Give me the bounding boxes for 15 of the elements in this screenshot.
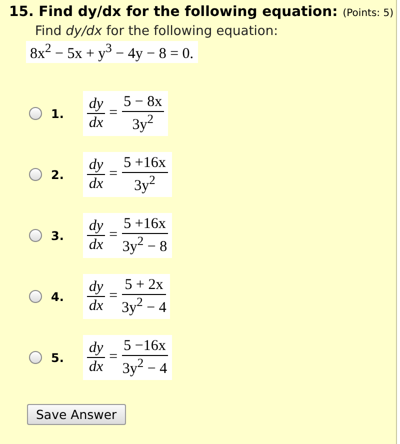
radio-button[interactable] bbox=[29, 229, 42, 242]
option-label: 1. bbox=[51, 106, 65, 120]
option-label: 5. bbox=[51, 350, 65, 364]
question-prompt: Find dy/dx for the following equation: bbox=[35, 24, 279, 39]
equation: 8x$^{2}$ − 5x + y$^{3}$ − 4y − 8 = 0. bbox=[26, 41, 198, 63]
radio-button[interactable] bbox=[29, 290, 42, 303]
question-title: 15. Find dy/dx for the following equation: bbox=[9, 4, 338, 20]
option-label: 3. bbox=[51, 228, 65, 242]
radio-button[interactable] bbox=[29, 107, 42, 120]
points-label: (Points: 5) bbox=[342, 8, 394, 19]
option-label: 2. bbox=[51, 168, 65, 182]
save-answer-button[interactable]: Save Answer bbox=[27, 404, 126, 425]
radio-button[interactable] bbox=[29, 168, 42, 181]
radio-button[interactable] bbox=[29, 351, 42, 364]
option-label: 4. bbox=[51, 290, 65, 304]
